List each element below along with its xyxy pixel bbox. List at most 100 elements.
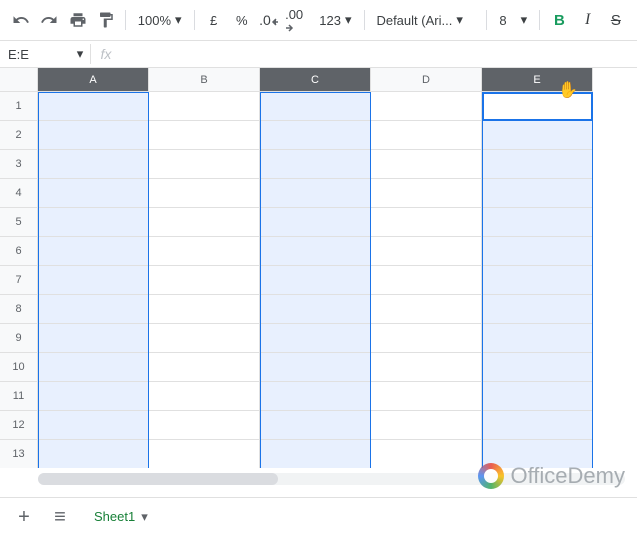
cell[interactable] [38, 121, 149, 150]
italic-button[interactable]: I [575, 6, 601, 34]
cell[interactable] [149, 382, 260, 411]
cell[interactable] [260, 382, 371, 411]
cell[interactable] [149, 208, 260, 237]
cell[interactable] [482, 121, 593, 150]
cell[interactable] [482, 150, 593, 179]
cell[interactable] [149, 121, 260, 150]
cell[interactable] [371, 237, 482, 266]
cell[interactable] [149, 440, 260, 468]
select-all-corner[interactable] [0, 68, 38, 92]
column-header-c[interactable]: C [260, 68, 371, 92]
cell[interactable] [371, 266, 482, 295]
cell[interactable] [38, 382, 149, 411]
cell[interactable] [38, 92, 149, 121]
font-family-dropdown[interactable]: Default (Ari...▾ [370, 6, 480, 34]
paint-format-button[interactable] [93, 6, 119, 34]
cell[interactable] [482, 324, 593, 353]
undo-button[interactable] [8, 6, 34, 34]
cell[interactable] [260, 237, 371, 266]
cell[interactable] [38, 411, 149, 440]
all-sheets-button[interactable]: ≡ [44, 502, 76, 534]
cell[interactable] [260, 92, 371, 121]
cell[interactable] [371, 208, 482, 237]
row-header[interactable]: 5 [0, 208, 38, 237]
cell[interactable] [371, 92, 482, 121]
cell[interactable] [260, 324, 371, 353]
cell[interactable] [371, 411, 482, 440]
row-header[interactable]: 6 [0, 237, 38, 266]
formula-input[interactable] [121, 41, 637, 67]
cell[interactable] [371, 382, 482, 411]
cell[interactable] [260, 411, 371, 440]
cell[interactable] [260, 150, 371, 179]
row-header[interactable]: 10 [0, 353, 38, 382]
bold-button[interactable]: B [546, 6, 572, 34]
cell[interactable] [260, 266, 371, 295]
name-box-dropdown[interactable]: ▾ [70, 46, 90, 62]
cell[interactable] [371, 121, 482, 150]
cell[interactable] [38, 208, 149, 237]
cell[interactable] [38, 295, 149, 324]
cell[interactable] [482, 411, 593, 440]
cell[interactable] [482, 237, 593, 266]
name-box[interactable]: E:E [0, 41, 70, 67]
cell[interactable] [482, 92, 593, 121]
cell[interactable] [371, 440, 482, 468]
cell[interactable] [260, 208, 371, 237]
print-button[interactable] [64, 6, 90, 34]
cell[interactable] [482, 179, 593, 208]
cell[interactable] [149, 324, 260, 353]
cell[interactable] [260, 440, 371, 468]
cell[interactable] [260, 295, 371, 324]
cell[interactable] [149, 237, 260, 266]
cell[interactable] [38, 440, 149, 468]
zoom-dropdown[interactable]: 100%▾ [132, 6, 188, 34]
cell[interactable] [149, 266, 260, 295]
scrollbar-thumb[interactable] [38, 473, 278, 485]
strikethrough-button[interactable]: S [603, 6, 629, 34]
row-header[interactable]: 13 [0, 440, 38, 468]
cell[interactable] [260, 179, 371, 208]
sheet-tab-sheet1[interactable]: Sheet1 ▾ [80, 502, 162, 534]
row-header[interactable]: 4 [0, 179, 38, 208]
cell[interactable] [38, 324, 149, 353]
cell[interactable] [371, 353, 482, 382]
currency-button[interactable]: £ [200, 6, 226, 34]
cell[interactable] [38, 237, 149, 266]
cell[interactable] [149, 92, 260, 121]
sheet-tab-dropdown-icon[interactable]: ▾ [141, 509, 148, 525]
column-header-a[interactable]: A [38, 68, 149, 92]
cell[interactable] [371, 150, 482, 179]
percent-button[interactable]: % [229, 6, 255, 34]
cell[interactable] [149, 295, 260, 324]
increase-decimal-button[interactable]: .00 [285, 6, 311, 34]
decrease-decimal-button[interactable]: .0 [257, 6, 283, 34]
cell[interactable] [38, 353, 149, 382]
cell[interactable] [38, 150, 149, 179]
row-header[interactable]: 7 [0, 266, 38, 295]
font-size-dropdown[interactable]: 8▾ [493, 6, 533, 34]
cell[interactable] [149, 179, 260, 208]
row-header[interactable]: 8 [0, 295, 38, 324]
cell[interactable] [371, 295, 482, 324]
cell[interactable] [149, 353, 260, 382]
redo-button[interactable] [36, 6, 62, 34]
row-header[interactable]: 9 [0, 324, 38, 353]
row-header[interactable]: 1 [0, 92, 38, 121]
column-header-b[interactable]: B [149, 68, 260, 92]
cell[interactable] [482, 208, 593, 237]
row-header[interactable]: 11 [0, 382, 38, 411]
cell[interactable] [371, 179, 482, 208]
column-header-e[interactable]: E [482, 68, 593, 92]
cell[interactable] [260, 121, 371, 150]
cell[interactable] [38, 179, 149, 208]
row-header[interactable]: 12 [0, 411, 38, 440]
cell[interactable] [149, 411, 260, 440]
row-header[interactable]: 2 [0, 121, 38, 150]
cell[interactable] [149, 150, 260, 179]
add-sheet-button[interactable]: + [8, 502, 40, 534]
more-formats-dropdown[interactable]: 123▾ [313, 6, 357, 34]
cell[interactable] [482, 295, 593, 324]
cell[interactable] [482, 266, 593, 295]
cell[interactable] [482, 353, 593, 382]
